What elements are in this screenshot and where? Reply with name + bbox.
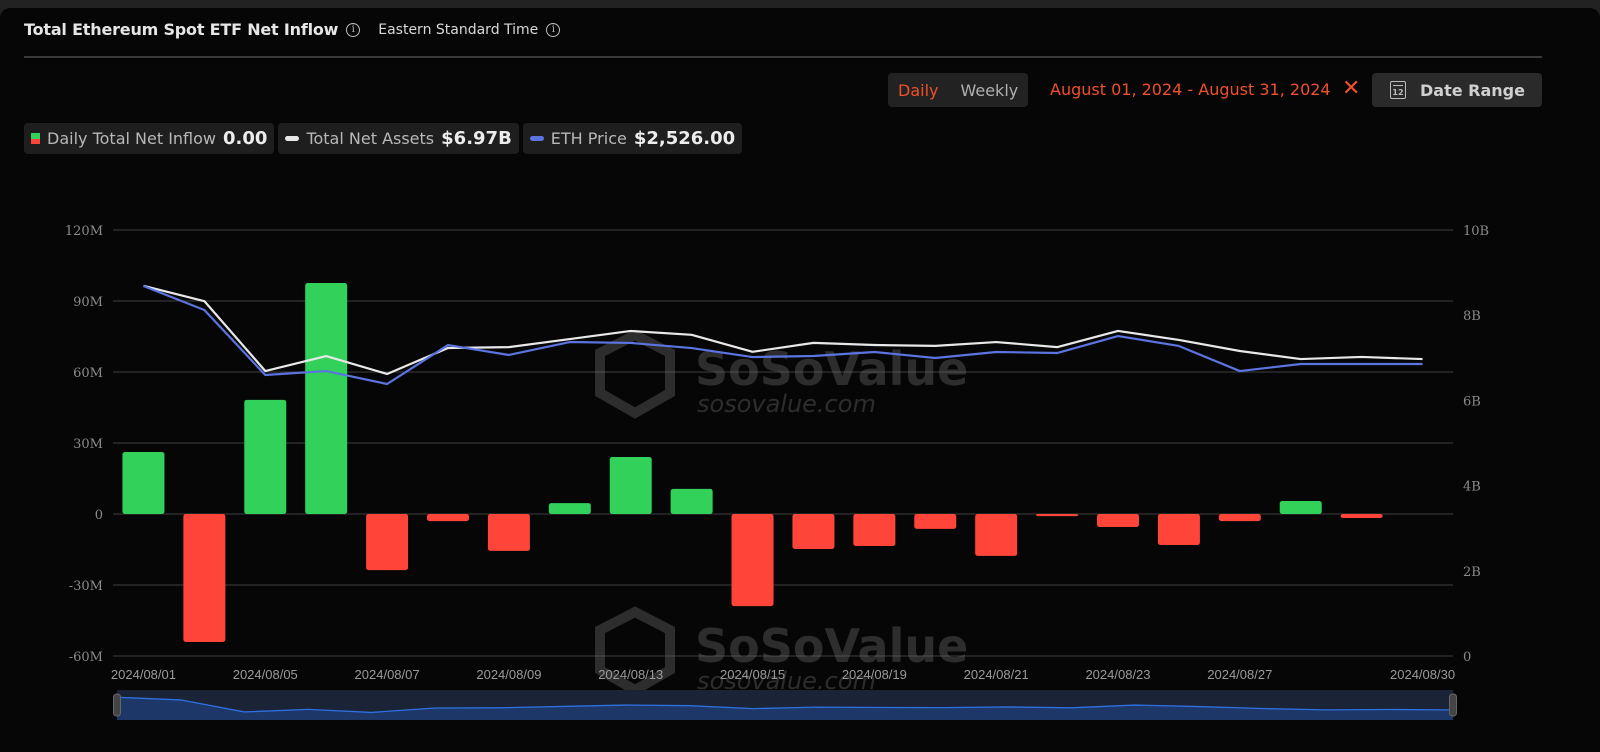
outflow-bar <box>731 514 774 607</box>
y-right-tick-label: 8B <box>1463 309 1481 324</box>
y-right-tick-label: 2B <box>1463 565 1481 580</box>
outflow-bar <box>427 514 469 522</box>
inflow-bar <box>548 503 591 514</box>
y-left-tick-label: 0 <box>95 508 103 523</box>
y-right-tick-label: 6B <box>1463 394 1481 409</box>
y-left-tick-label: 30M <box>73 437 103 452</box>
inflow-bar <box>1279 500 1322 514</box>
inflow-bar <box>305 283 348 514</box>
x-tick-label: 2024/08/13 <box>598 667 663 682</box>
x-tick-label: 2024/08/21 <box>964 667 1029 682</box>
x-tick-label: 2024/08/30 <box>1390 667 1455 682</box>
watermark: SoSoValuesosovalue.com <box>595 606 968 696</box>
y-left-tick-label: -30M <box>69 579 103 594</box>
y-right-tick-label: 0 <box>1463 650 1471 665</box>
inflow-bar <box>670 488 713 514</box>
watermark-brand: SoSoValue <box>695 342 968 396</box>
chart-plot: 120M 90M 60M 30M 0 -30M -60M 10B 8B 6B 4B 2B 0 SoSoVa… <box>65 224 1489 720</box>
zoom-handle-right[interactable] <box>1449 693 1457 717</box>
outflow-bar <box>366 514 409 571</box>
outflow-bar <box>1340 514 1383 519</box>
outflow-bar <box>914 514 957 529</box>
x-tick-label: 2024/08/15 <box>720 667 785 682</box>
x-tick-label: 2024/08/01 <box>111 667 176 682</box>
outflow-bar <box>1157 514 1200 546</box>
y-right-tick-label: 10B <box>1463 224 1489 239</box>
x-tick-label: 2024/08/27 <box>1207 667 1272 682</box>
outflow-bar <box>853 514 896 546</box>
outflow-bar <box>183 514 226 643</box>
x-tick-label: 2024/08/23 <box>1085 667 1150 682</box>
y-left-tick-label: 120M <box>65 224 103 239</box>
inflow-bar <box>609 456 652 514</box>
outflow-bar <box>1097 514 1139 528</box>
x-tick-label: 2024/08/05 <box>233 667 298 682</box>
x-tick-label: 2024/08/07 <box>355 667 420 682</box>
zoom-handle-left[interactable] <box>113 693 121 717</box>
x-tick-label: 2024/08/19 <box>842 667 907 682</box>
watermark-brand: SoSoValue <box>695 619 968 673</box>
outflow-bar <box>487 514 530 551</box>
watermark-url: sosovalue.com <box>697 390 876 418</box>
outflow-bar <box>792 514 835 550</box>
sosovalue-logo-icon <box>595 329 675 419</box>
y-left-tick-label: 60M <box>73 366 103 381</box>
inflow-bar <box>244 399 287 514</box>
x-tick-label: 2024/08/09 <box>476 667 541 682</box>
outflow-bar <box>1036 514 1079 517</box>
outflow-bar <box>1218 514 1261 522</box>
y-right-tick-label: 4B <box>1463 480 1481 495</box>
y-left-tick-label: -60M <box>69 650 103 665</box>
y-left-tick-label: 90M <box>73 295 103 310</box>
outflow-bar <box>975 514 1018 556</box>
inflow-bar <box>122 451 165 514</box>
